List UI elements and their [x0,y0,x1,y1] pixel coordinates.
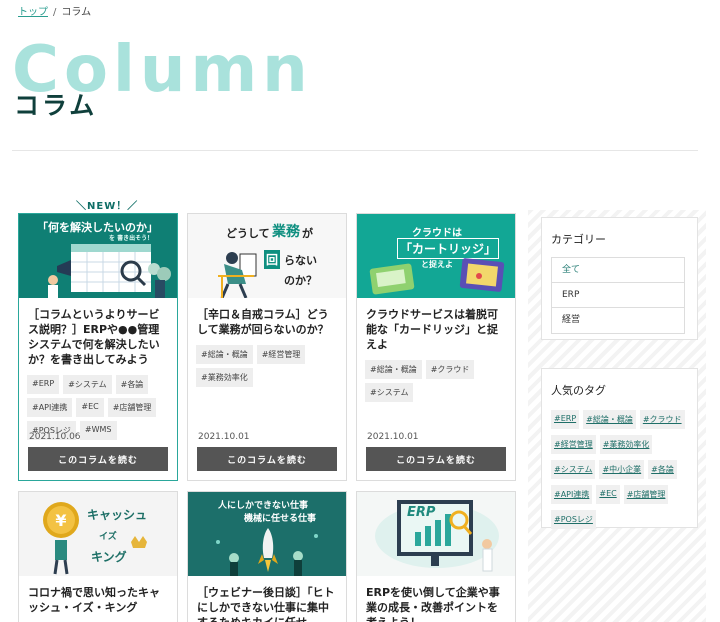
category-item-erp[interactable]: ERP [552,283,684,308]
column-card[interactable]: クラウドは 「カートリッジ」 と捉えよ クラウドサービスは着脱可能な「カードリッ… [356,213,516,481]
card-date: 2021.10.01 [367,432,419,442]
popular-tag-list: #ERP #総論・概論 #クラウド #経営管理 #業務効率化 #システム #中小… [551,410,689,529]
tag[interactable]: #クラウド [425,360,475,379]
hero-divider [12,150,698,151]
tag[interactable]: #経営管理 [256,345,306,364]
column-card[interactable]: 「何を解決したいのか」 を 書き出そう！ ［コラムというよりサービス説明？］ER… [18,213,178,481]
popular-tag[interactable]: #POSレジ [551,510,596,529]
popular-tag[interactable]: #店舗管理 [623,485,669,504]
tag[interactable]: #システム [63,375,112,394]
popular-tag[interactable]: #業務効率化 [599,435,653,454]
popular-tag[interactable]: #総論・概論 [583,410,636,429]
card-title[interactable]: ［辛口＆自戒コラム］どうして業務が回らないのか？ [188,307,346,337]
breadcrumb-separator: / [53,7,57,18]
thumbnail-caption: キング [91,550,127,564]
page-title: コラム [14,91,98,120]
category-list: 全て ERP 経営 [551,257,685,334]
popular-tag[interactable]: #中小企業 [599,460,645,479]
card-thumbnail: クラウドは 「カートリッジ」 と捉えよ [357,214,515,298]
rocket-illustration-icon [216,528,318,576]
popular-tag[interactable]: #クラウド [639,410,685,429]
tag[interactable]: #各論 [115,375,149,394]
card-title[interactable]: クラウドサービスは着脱可能な「カードリッジ」と捉えよ [357,307,515,352]
erp-dashboard-illustration-icon [375,500,499,572]
read-column-button[interactable]: このコラムを読む [28,447,168,471]
read-column-button[interactable]: このコラムを読む [366,447,506,471]
breadcrumb-home-link[interactable]: トップ [18,7,48,18]
tag[interactable]: #EC [76,398,104,417]
breadcrumb-current: コラム [61,7,92,18]
column-card[interactable]: ERP ERPを使い倒して企業や事業の成長・改善ポイントを考えよう！ [356,491,516,622]
new-badge: ＼NEW！／ [76,201,139,212]
card-title[interactable]: ［ウェビナー後日談］「ヒトにしかできない仕事に集中するためキカイに任せ [188,585,346,622]
card-tags: #総論・概論 #経営管理 #業務効率化 [188,345,346,387]
card-thumbnail: ERP [357,492,515,576]
stressed-worker-illustration-icon [218,252,257,298]
calendar-illustration-icon [48,244,171,298]
card-tags: #総論・概論 #クラウド #システム [357,360,515,402]
svg-text:¥: ¥ [55,511,66,530]
card-thumbnail: どうして 業務 が 回 らない のか？ [188,214,346,298]
category-item-management[interactable]: 経営 [552,308,684,333]
column-card[interactable]: どうして 業務 が 回 らない のか？ ［辛口＆自戒コラム］どうして業務が回らな… [187,213,347,481]
category-widget: カテゴリー 全て ERP 経営 [541,217,698,340]
column-card[interactable]: ¥ キャッシュ イズ キング コロナ禍で思い知ったキャッシュ・イズ・キング [18,491,178,622]
tag[interactable]: #総論・概論 [196,345,253,364]
popular-tag[interactable]: #EC [596,485,620,504]
thumbnail-caption: キャッシュ [87,508,148,522]
card-tags: #ERP #システム #各論 #API連携 #EC #店舗管理 #POSレジ #… [19,375,177,440]
tag[interactable]: #店舗管理 [107,398,157,417]
popular-tag[interactable]: #API連携 [551,485,593,504]
popular-tags-widget: 人気のタグ #ERP #総論・概論 #クラウド #経営管理 #業務効率化 #シス… [541,368,698,529]
popular-tag[interactable]: #各論 [648,460,677,479]
card-thumbnail: 「何を解決したいのか」 を 書き出そう！ [19,214,177,298]
popular-tag[interactable]: #システム [551,460,596,479]
tag[interactable]: #ERP [27,375,60,394]
card-date: 2021.10.06 [29,432,81,442]
card-title[interactable]: コロナ禍で思い知ったキャッシュ・イズ・キング [19,585,177,615]
category-item-all[interactable]: 全て [552,258,684,283]
popular-tag[interactable]: #ERP [551,410,580,429]
thumbnail-caption: ERP [407,505,436,520]
card-title[interactable]: ERPを使い倒して企業や事業の成長・改善ポイントを考えよう！ [357,585,515,622]
tag[interactable]: #API連携 [27,398,73,417]
card-thumbnail: ¥ キャッシュ イズ キング [19,492,177,576]
cartridge-illustration-icon [369,258,505,295]
thumbnail-caption: イズ [99,532,117,542]
column-card[interactable]: 人にしかできない仕事 機械に任せる仕事 ［ウェビナー後日談］「ヒトにしかできない… [187,491,347,622]
tag[interactable]: #WMS [79,421,117,440]
tag[interactable]: #総論・概論 [365,360,422,379]
card-title[interactable]: ［コラムというよりサービス説明？］ERPや●●管理システムで何を解決したいか？を… [19,307,177,367]
tag[interactable]: #業務効率化 [196,368,253,387]
category-widget-title: カテゴリー [551,233,606,246]
breadcrumb: トップ / コラム [18,3,91,18]
card-thumbnail: 人にしかできない仕事 機械に任せる仕事 [188,492,346,576]
card-date: 2021.10.01 [198,432,250,442]
popular-tags-title: 人気のタグ [551,384,606,397]
popular-tag[interactable]: #経営管理 [551,435,596,454]
read-column-button[interactable]: このコラムを読む [197,447,337,471]
tag[interactable]: #システム [365,383,414,402]
